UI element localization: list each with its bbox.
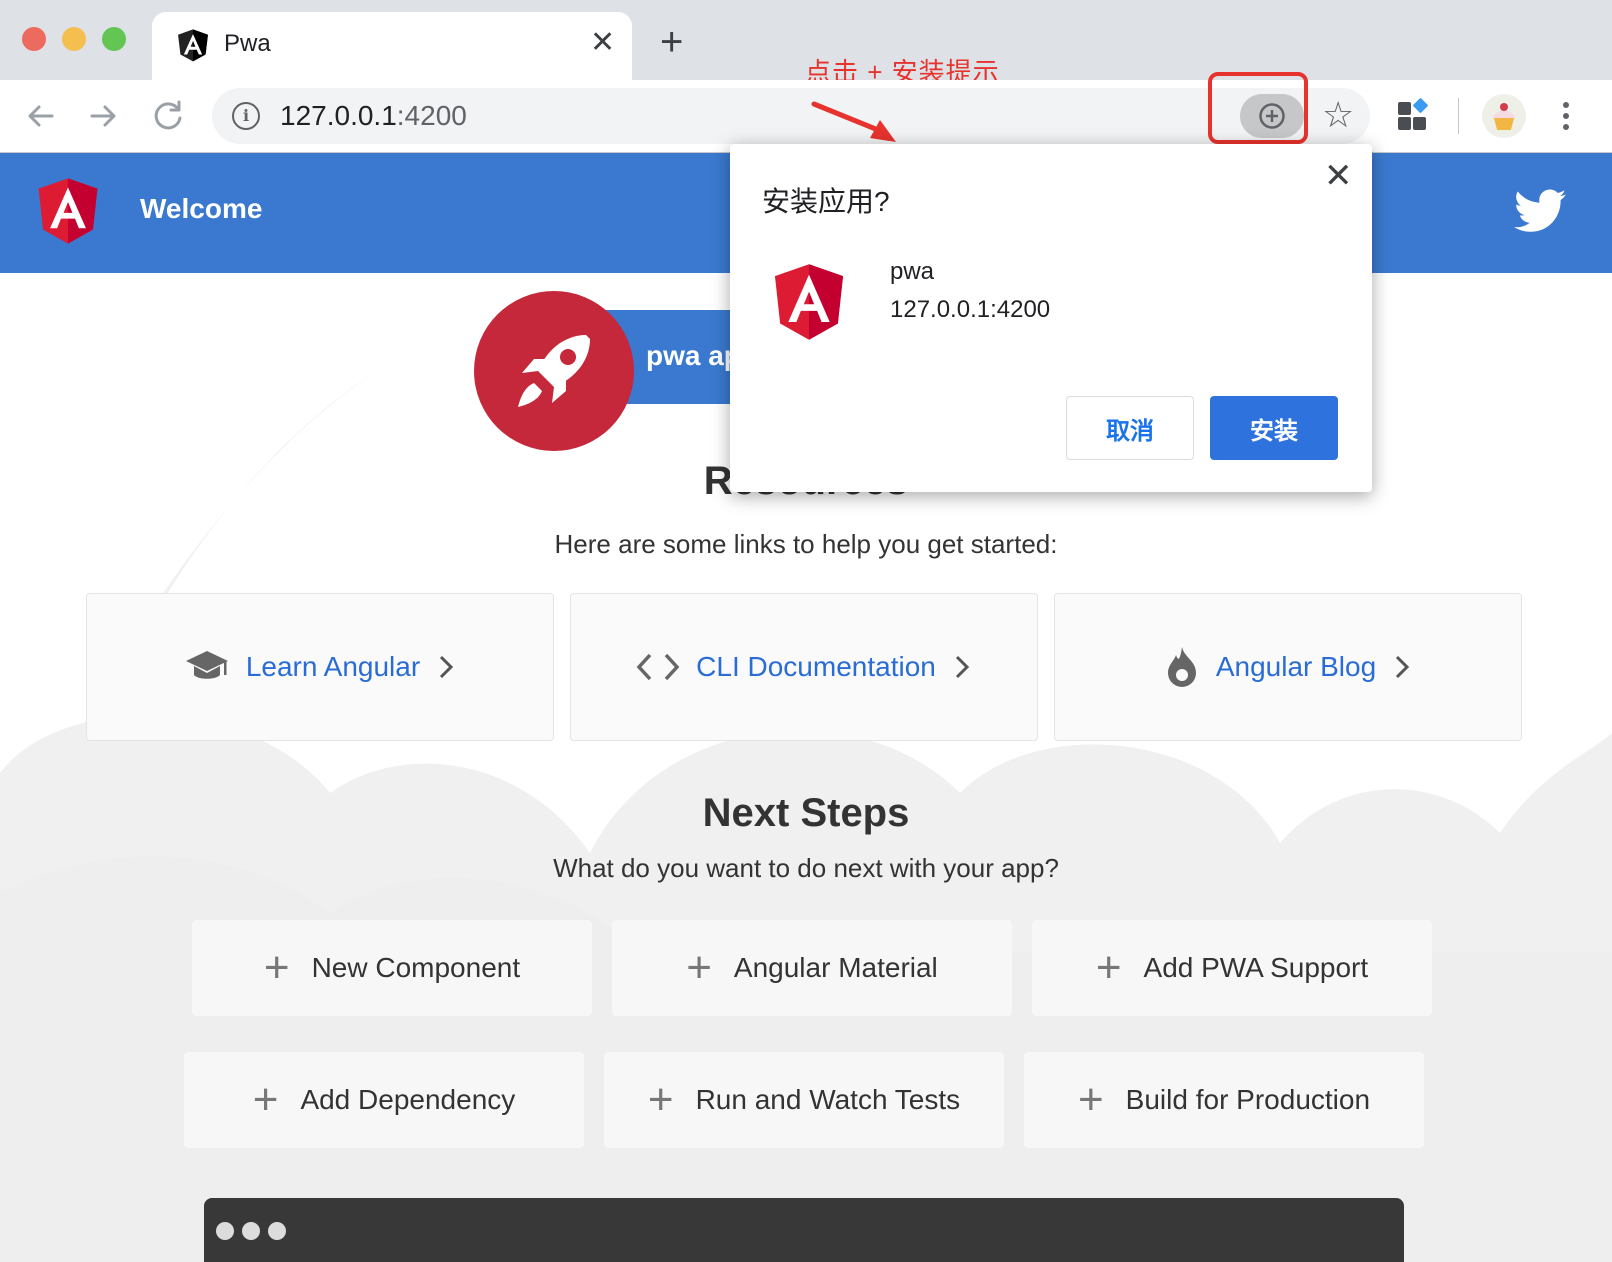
run-and-watch-tests-label: Run and Watch Tests: [695, 1084, 961, 1115]
header-title: Welcome: [140, 193, 263, 224]
dialog-app-url: 127.0.0.1:4200: [890, 296, 1051, 323]
dialog-app-name: pwa: [890, 258, 935, 285]
dialog-close-icon[interactable]: ✕: [1324, 156, 1353, 196]
plus-icon: +: [263, 943, 290, 992]
more-menu-icon[interactable]: [1556, 98, 1576, 134]
add-dependency-label: Add Dependency: [300, 1084, 516, 1115]
plus-icon: +: [686, 943, 712, 992]
install-app-dialog: 安装应用? ✕ pwa 127.0.0.1:4200 取消 安装: [730, 144, 1372, 492]
url-text[interactable]: 127.0.0.1:4200: [280, 100, 467, 132]
profile-avatar[interactable]: [1482, 94, 1526, 138]
rocket-badge: [474, 291, 634, 451]
angular-material-card[interactable]: + Angular Material: [612, 920, 1012, 1016]
plus-icon: +: [647, 1075, 674, 1124]
terminal-dot: [268, 1222, 286, 1240]
terminal-window: [204, 1198, 1404, 1262]
angular-material-label: Angular Material: [733, 952, 938, 983]
cli-documentation-card[interactable]: CLI Documentation: [570, 593, 1038, 741]
run-and-watch-tests-card[interactable]: + Run and Watch Tests: [604, 1052, 1004, 1148]
maximize-window-button[interactable]: [102, 27, 126, 51]
browser-tab[interactable]: Pwa ✕: [152, 12, 632, 80]
twitter-icon[interactable]: [1514, 189, 1566, 233]
build-for-production-card[interactable]: + Build for Production: [1024, 1052, 1424, 1148]
plus-icon: +: [1077, 1075, 1104, 1124]
reload-icon[interactable]: [148, 96, 188, 136]
new-component-card[interactable]: + New Component: [192, 920, 592, 1016]
dialog-title: 安装应用?: [762, 186, 890, 217]
new-tab-button[interactable]: +: [660, 22, 683, 62]
learn-angular-label: Learn Angular: [245, 651, 421, 682]
extensions-icon[interactable]: [1396, 98, 1430, 132]
cupcake-avatar-icon: [1492, 103, 1516, 130]
rocket-icon: [518, 335, 590, 407]
info-icon[interactable]: i: [232, 102, 260, 130]
next-steps-subtitle: What do you want to do next with your ap…: [553, 853, 1059, 883]
flame-icon: [1167, 647, 1196, 687]
cli-documentation-label: CLI Documentation: [696, 651, 936, 682]
banner-text: pwa ap: [646, 340, 741, 371]
close-window-button[interactable]: [22, 27, 46, 51]
build-for-production-label: Build for Production: [1125, 1084, 1371, 1115]
add-pwa-support-card[interactable]: + Add PWA Support: [1032, 920, 1432, 1016]
minimize-window-button[interactable]: [62, 27, 86, 51]
graduation-cap-icon: [185, 651, 228, 679]
terminal-dot: [242, 1222, 260, 1240]
next-steps-heading: Next Steps: [702, 791, 910, 835]
plus-icon: +: [252, 1075, 279, 1124]
tab-title: Pwa: [224, 30, 271, 57]
learn-angular-card[interactable]: Learn Angular: [86, 593, 554, 741]
new-component-label: New Component: [311, 952, 521, 983]
chevron-right-icon: [1396, 655, 1410, 679]
terminal-dot: [216, 1222, 234, 1240]
bookmark-star-icon[interactable]: ☆: [1322, 94, 1354, 136]
resources-subtitle: Here are some links to help you get star…: [554, 529, 1058, 559]
toolbar-divider: [1458, 98, 1459, 134]
add-dependency-card[interactable]: + Add Dependency: [184, 1052, 584, 1148]
angular-logo-icon[interactable]: [36, 177, 100, 245]
angular-favicon-icon: [178, 29, 208, 62]
address-bar[interactable]: i 127.0.0.1:4200 ☆: [212, 88, 1370, 144]
forward-arrow-icon[interactable]: [84, 96, 124, 136]
code-icon: [636, 653, 680, 681]
add-pwa-support-label: Add PWA Support: [1143, 952, 1369, 983]
cancel-button[interactable]: 取消: [1066, 396, 1194, 460]
install-button[interactable]: 安装: [1210, 396, 1338, 460]
plus-icon: +: [1095, 943, 1122, 992]
angular-app-icon: [774, 264, 844, 340]
install-highlight-box: [1208, 72, 1308, 144]
angular-blog-card[interactable]: Angular Blog: [1054, 593, 1522, 741]
angular-blog-label: Angular Blog: [1215, 651, 1377, 682]
chevron-right-icon: [440, 655, 454, 679]
chevron-right-icon: [955, 655, 969, 679]
back-arrow-icon[interactable]: [20, 96, 60, 136]
tab-close-icon[interactable]: ✕: [590, 26, 615, 60]
